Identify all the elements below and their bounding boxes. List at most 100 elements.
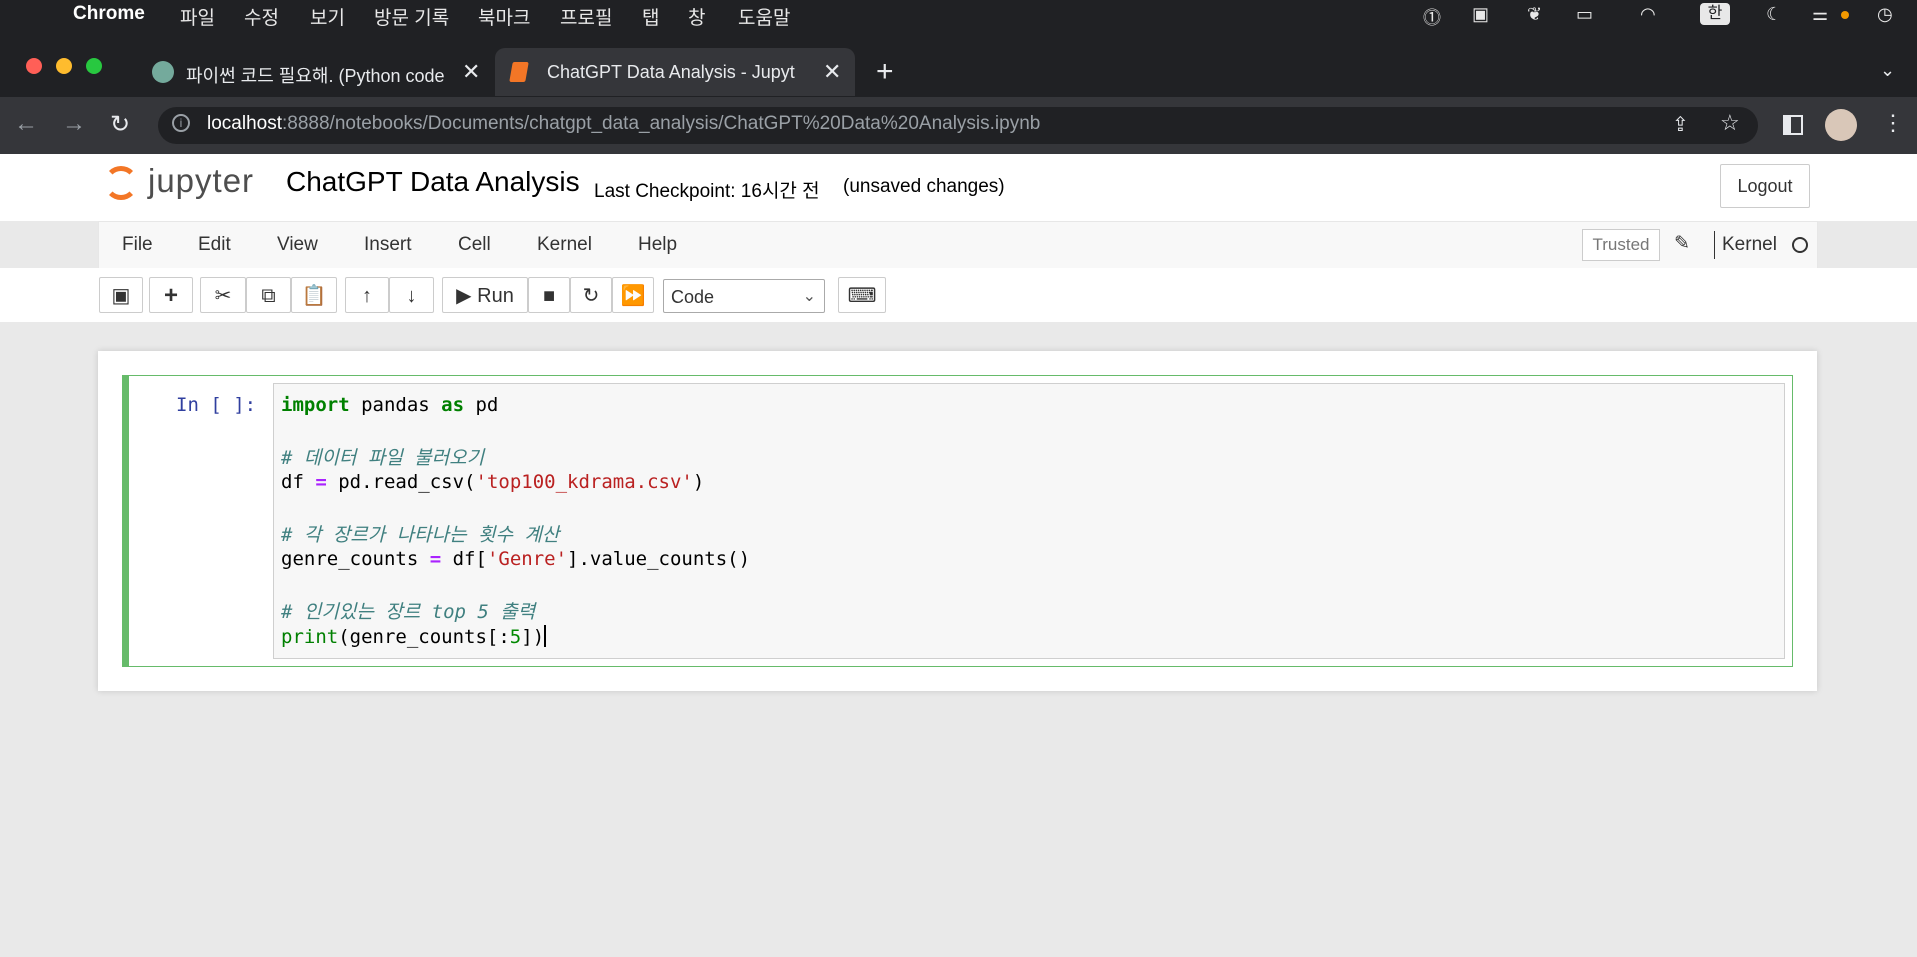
menu-history[interactable]: 방문 기록 bbox=[374, 3, 449, 30]
last-checkpoint: Last Checkpoint: 16시간 전 bbox=[594, 181, 820, 202]
cell-type-select[interactable]: Code ⌄ bbox=[663, 279, 825, 313]
menu-cell[interactable]: Cell bbox=[458, 234, 491, 256]
run-button[interactable]: ▶ Run bbox=[442, 277, 528, 313]
jupyter-logo-text[interactable]: jupyter bbox=[148, 162, 254, 200]
cut-button[interactable]: ✂ bbox=[200, 277, 246, 313]
kernel-name[interactable]: Kernel bbox=[1722, 234, 1777, 256]
onepassword-icon[interactable]: ⓵ bbox=[1423, 4, 1441, 30]
forward-icon[interactable]: → bbox=[62, 110, 86, 138]
command-palette-button[interactable]: ⌨ bbox=[838, 277, 886, 313]
window-minimize-button[interactable] bbox=[56, 58, 72, 74]
copy-icon: ⧉ bbox=[261, 285, 276, 307]
paste-button[interactable]: 📋 bbox=[291, 277, 337, 313]
menu-edit[interactable]: Edit bbox=[198, 234, 231, 256]
share-icon[interactable]: ⇪ bbox=[1672, 112, 1689, 137]
kernel-idle-indicator-icon bbox=[1792, 237, 1808, 253]
code-line-comment-2[interactable]: # 각 장르가 나타나는 횟수 계산 bbox=[281, 520, 559, 547]
notebook-title[interactable]: ChatGPT Data Analysis bbox=[286, 166, 580, 198]
move-up-button[interactable]: ↑ bbox=[345, 277, 389, 313]
tab-close-icon[interactable]: ✕ bbox=[462, 59, 480, 85]
paste-icon: 📋 bbox=[301, 285, 327, 307]
restart-icon: ↻ bbox=[582, 285, 600, 307]
arrow-up-icon: ↑ bbox=[362, 285, 372, 307]
battery-icon[interactable]: ▭ bbox=[1576, 4, 1593, 25]
cell-selected-bar bbox=[122, 375, 129, 667]
text-cursor bbox=[544, 625, 547, 647]
menu-view[interactable]: 보기 bbox=[310, 3, 345, 30]
restart-run-all-button[interactable]: ⏩ bbox=[612, 277, 654, 313]
window-zoom-button[interactable] bbox=[86, 58, 102, 74]
jupyter-tab-icon bbox=[509, 62, 529, 82]
recording-dot-icon bbox=[1841, 11, 1849, 19]
cell-type-value: Code bbox=[671, 287, 715, 307]
play-icon: ▶ bbox=[456, 285, 472, 307]
save-button[interactable]: ▣ bbox=[99, 277, 143, 313]
menu-kernel[interactable]: Kernel bbox=[537, 234, 592, 256]
camera-icon[interactable]: ▣ bbox=[1472, 4, 1489, 25]
code-line-comment-1[interactable]: # 데이터 파일 불러오기 bbox=[281, 443, 484, 470]
plus-icon: + bbox=[163, 282, 178, 309]
chevron-down-icon: ⌄ bbox=[802, 288, 816, 305]
menu-help[interactable]: Help bbox=[638, 234, 677, 256]
wifi-icon[interactable]: ◠ bbox=[1640, 4, 1656, 25]
tab-label: ChatGPT Data Analysis - Jupyt bbox=[547, 62, 795, 82]
stop-icon: ■ bbox=[542, 285, 556, 307]
save-icon: ▣ bbox=[111, 285, 131, 307]
insert-cell-button[interactable]: + bbox=[149, 277, 193, 313]
tab-search-chevron-icon[interactable]: ⌄ bbox=[1880, 60, 1895, 81]
menu-file[interactable]: File bbox=[122, 234, 153, 256]
kebab-menu-icon[interactable]: ⋮ bbox=[1882, 110, 1904, 136]
move-down-button[interactable]: ↓ bbox=[389, 277, 434, 313]
unsaved-indicator: (unsaved changes) bbox=[843, 176, 1005, 197]
mac-menubar: Chrome 파일 수정 보기 방문 기록 북마크 프로필 탭 창 도움말 ⓵ … bbox=[0, 0, 1917, 29]
menu-window[interactable]: 창 bbox=[688, 3, 705, 30]
menu-bookmarks[interactable]: 북마크 bbox=[478, 3, 530, 30]
new-tab-icon[interactable]: + bbox=[876, 55, 894, 89]
code-line-1[interactable]: import pandas as pd bbox=[281, 394, 498, 416]
tab-chatgpt[interactable]: 파이썬 코드 필요해. (Python code ✕ bbox=[140, 48, 490, 96]
menu-app-name[interactable]: Chrome bbox=[73, 3, 145, 25]
menu-file[interactable]: 파일 bbox=[180, 3, 215, 30]
menu-view[interactable]: View bbox=[277, 234, 318, 256]
code-line-7[interactable]: print(genre_counts[:5]) bbox=[281, 625, 547, 648]
code-line-5[interactable]: genre_counts = df['Genre'].value_counts(… bbox=[281, 548, 750, 570]
url-text[interactable]: localhost:8888/notebooks/Documents/chatg… bbox=[207, 113, 1040, 135]
menu-profiles[interactable]: 프로필 bbox=[560, 3, 612, 30]
sidebar-icon[interactable] bbox=[1783, 115, 1803, 135]
leaf-icon[interactable]: ❦ bbox=[1527, 4, 1542, 25]
trusted-badge[interactable]: Trusted bbox=[1582, 229, 1660, 261]
scissors-icon: ✂ bbox=[214, 285, 232, 307]
tab-label: 파이썬 코드 필요해. (Python code bbox=[186, 66, 444, 86]
menu-tab[interactable]: 탭 bbox=[642, 3, 659, 30]
code-line-3[interactable]: df = pd.read_csv('top100_kdrama.csv') bbox=[281, 471, 704, 493]
window-close-button[interactable] bbox=[26, 58, 42, 74]
divider bbox=[1714, 231, 1715, 259]
interrupt-button[interactable]: ■ bbox=[528, 277, 570, 313]
back-icon[interactable]: ← bbox=[14, 110, 38, 138]
control-center-icon[interactable]: ⚌ bbox=[1812, 4, 1828, 25]
copy-button[interactable]: ⧉ bbox=[246, 277, 291, 313]
reload-icon[interactable]: ↻ bbox=[110, 110, 130, 139]
do-not-disturb-icon[interactable]: ☾ bbox=[1766, 4, 1782, 25]
menu-insert[interactable]: Insert bbox=[364, 234, 412, 256]
jupyter-logo-icon[interactable] bbox=[104, 166, 138, 200]
site-info-icon[interactable]: i bbox=[172, 114, 190, 132]
clock-icon[interactable]: ◷ bbox=[1877, 4, 1893, 25]
tab-close-icon[interactable]: ✕ bbox=[823, 59, 841, 85]
logout-button[interactable]: Logout bbox=[1720, 164, 1810, 208]
code-line-comment-3[interactable]: # 인기있는 장르 top 5 출력 bbox=[281, 597, 535, 624]
menu-edit[interactable]: 수정 bbox=[244, 3, 279, 30]
bookmark-star-icon[interactable]: ☆ bbox=[1720, 110, 1740, 136]
restart-button[interactable]: ↻ bbox=[570, 277, 612, 313]
input-prompt: In [ ]: bbox=[176, 394, 257, 416]
arrow-down-icon: ↓ bbox=[406, 285, 417, 307]
keyboard-icon: ⌨ bbox=[847, 285, 877, 307]
tab-jupyter[interactable]: ChatGPT Data Analysis - Jupyt ✕ bbox=[495, 48, 855, 96]
run-label: Run bbox=[477, 285, 514, 307]
fast-forward-icon: ⏩ bbox=[620, 285, 646, 307]
menu-help[interactable]: 도움말 bbox=[738, 3, 790, 30]
avatar[interactable] bbox=[1825, 109, 1857, 141]
openai-icon bbox=[152, 61, 174, 83]
edit-pencil-icon[interactable]: ✎ bbox=[1674, 232, 1690, 255]
input-source-indicator[interactable]: 한 bbox=[1700, 3, 1730, 25]
